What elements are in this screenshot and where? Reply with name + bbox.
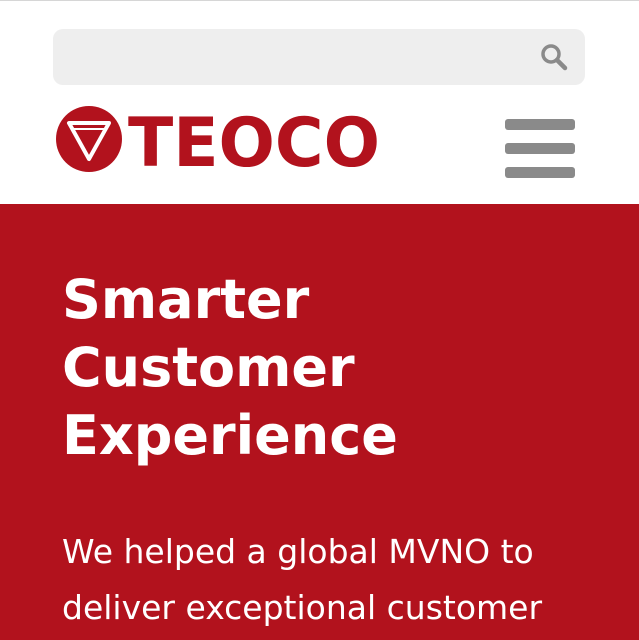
hero-title-line: Smarter	[62, 268, 310, 331]
hero-description-line: deliver exceptional customer	[62, 588, 543, 627]
search-input[interactable]	[53, 29, 523, 85]
logo-wordmark: TEOCO	[128, 104, 380, 174]
page: TEOCO Smarter Customer Experience We hel…	[0, 0, 639, 640]
site-header: TEOCO	[0, 0, 639, 204]
search-bar[interactable]	[53, 29, 585, 85]
hero-description-line: We helped a global MVNO to	[62, 532, 534, 571]
hero-description: We helped a global MVNO to deliver excep…	[62, 524, 622, 636]
teoco-logo[interactable]: TEOCO	[54, 104, 384, 174]
hero-title-line: Customer	[62, 336, 355, 399]
teoco-emblem-icon	[56, 106, 122, 172]
hero-banner: Smarter Customer Experience We helped a …	[0, 204, 639, 640]
hero-title: Smarter Customer Experience	[62, 266, 602, 470]
hero-title-line: Experience	[62, 404, 398, 467]
search-icon[interactable]	[538, 41, 570, 73]
menu-button[interactable]	[505, 119, 577, 181]
